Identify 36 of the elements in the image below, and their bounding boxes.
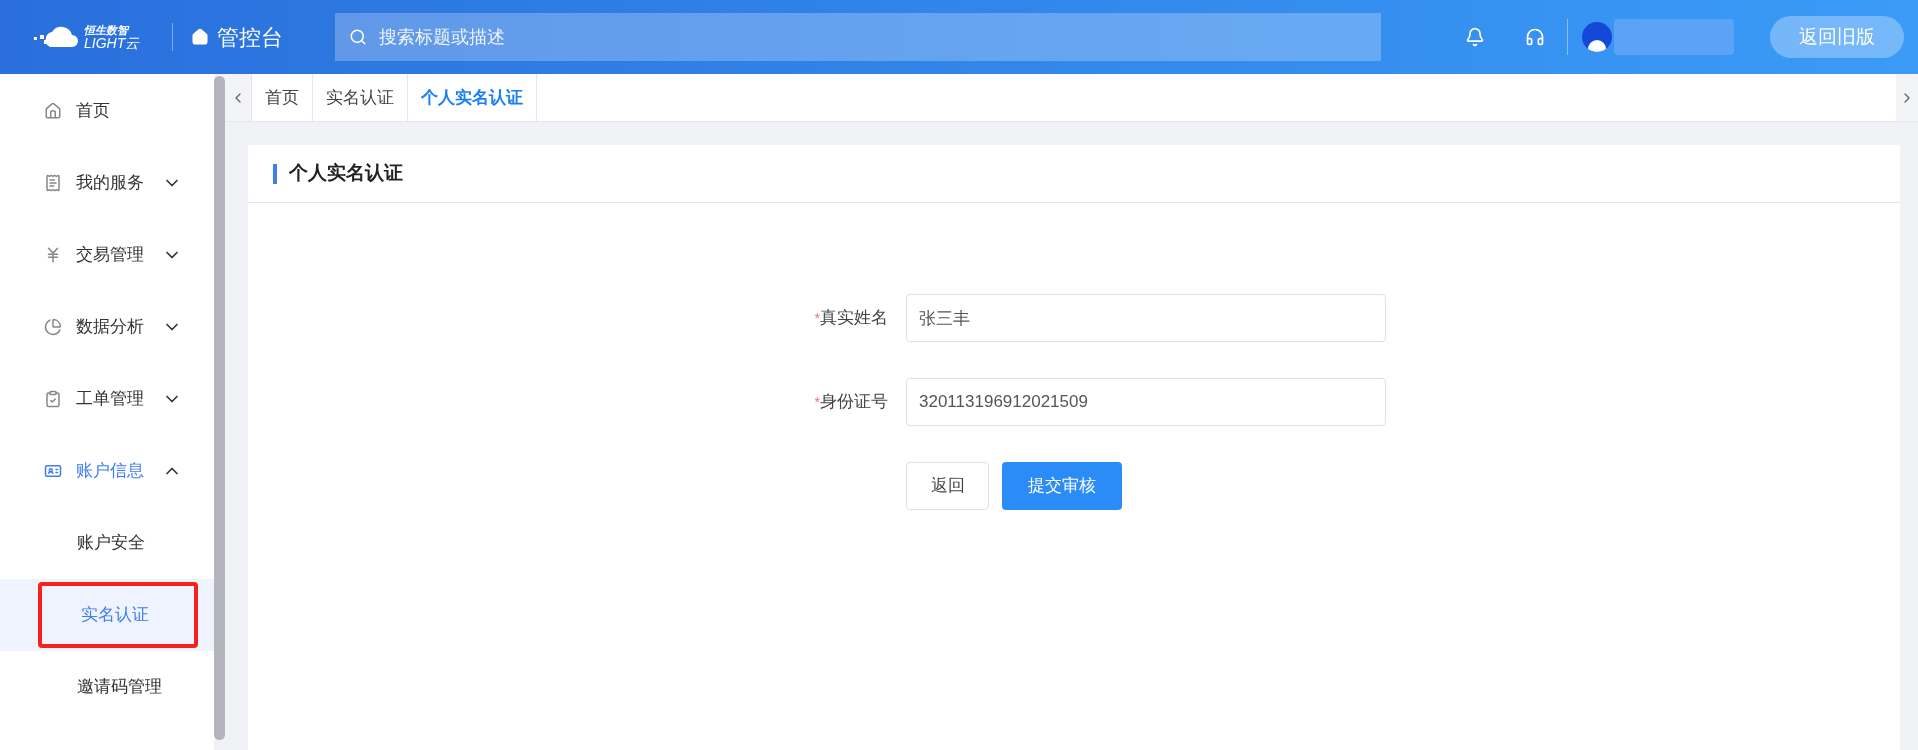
clipboard-icon: [44, 390, 62, 408]
console-title: 管控台: [217, 23, 283, 52]
input-field[interactable]: 张三丰: [906, 294, 1386, 342]
bell-icon[interactable]: [1465, 27, 1485, 47]
sidebar-item[interactable]: 工单管理: [0, 363, 214, 435]
sidebar-scrollbar[interactable]: [214, 76, 225, 740]
tab[interactable]: 个人实名认证: [407, 74, 537, 121]
tab[interactable]: 实名认证: [312, 74, 407, 121]
tab[interactable]: 首页: [251, 74, 312, 121]
required-mark: *: [814, 392, 820, 412]
sidebar-item[interactable]: 账户信息: [0, 435, 214, 507]
scroll-left-button[interactable]: [225, 74, 251, 121]
logo-product-text: LIGHT云: [84, 35, 140, 50]
receipt-icon: [44, 174, 62, 192]
card-title: 个人实名认证: [289, 161, 403, 186]
field-label: 身份证号: [820, 391, 888, 414]
avatar-icon[interactable]: [1582, 22, 1612, 52]
home-icon[interactable]: [191, 28, 209, 46]
home-icon: [44, 102, 62, 120]
logo-brand-text: 恒生数智: [84, 24, 131, 36]
field-label: 真实姓名: [820, 307, 888, 330]
id-card-icon: [44, 462, 62, 480]
submenu-item[interactable]: 实名认证: [0, 579, 214, 651]
submenu-item[interactable]: 账户安全: [0, 507, 214, 579]
sidebar-item[interactable]: 数据分析: [0, 291, 214, 363]
required-mark: *: [814, 308, 820, 328]
pie-chart-icon: [44, 318, 62, 336]
sidebar-item[interactable]: 我的服务: [0, 147, 214, 219]
sidebar-item[interactable]: 首页: [0, 75, 214, 147]
headset-icon[interactable]: [1525, 27, 1545, 47]
submenu-item[interactable]: 邀请码管理: [0, 651, 214, 723]
back-button[interactable]: 返回: [906, 462, 989, 510]
sidebar-item[interactable]: 交易管理: [0, 219, 214, 291]
input-field[interactable]: 320113196912021509: [906, 378, 1386, 426]
search-icon: [349, 28, 367, 46]
scroll-right-button[interactable]: [1896, 74, 1918, 121]
